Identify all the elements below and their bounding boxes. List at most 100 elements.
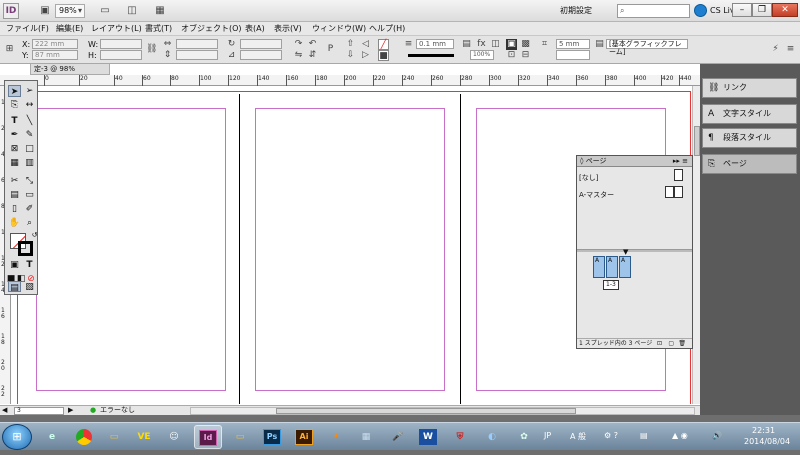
bridge-icon[interactable]: ▣ xyxy=(38,4,52,18)
auto-fit-icon[interactable]: ⌗ xyxy=(539,39,550,50)
x-field[interactable]: 222 mm xyxy=(32,39,78,49)
select-container-icon[interactable]: ⇧ xyxy=(345,39,356,50)
dock-pages[interactable]: ⎘ ページ xyxy=(702,154,797,174)
app-icon-ve[interactable]: VE xyxy=(130,425,158,449)
fit-spacing-field-2[interactable] xyxy=(556,50,590,60)
select-previous-icon[interactable]: ◁ xyxy=(360,39,371,50)
view-options-icon[interactable]: ▭ xyxy=(98,4,112,18)
text-wrap-none-icon[interactable]: ▣ xyxy=(506,39,517,50)
horizontal-grid-tool-icon[interactable]: ▦ xyxy=(8,157,21,169)
dock-character-styles[interactable]: A 文字スタイル xyxy=(702,104,797,124)
horizontal-scrollbar[interactable] xyxy=(190,407,695,415)
menu-file[interactable]: ファイル(F) xyxy=(6,23,49,35)
scissors-tool-icon[interactable]: ✂ xyxy=(8,175,21,187)
vertical-scrollbar[interactable] xyxy=(692,86,700,404)
app-icon-12[interactable]: ◐ xyxy=(478,425,506,449)
master-a[interactable]: A-マスター xyxy=(579,190,614,200)
select-content-icon[interactable]: ⇩ xyxy=(345,50,356,61)
menu-layout[interactable]: レイアウト(L) xyxy=(91,23,142,35)
fill-swatch-icon[interactable]: ╱ xyxy=(378,39,389,50)
constrain-proportions-icon[interactable]: ⛓ xyxy=(146,44,157,55)
menu-help[interactable]: ヘルプ(H) xyxy=(369,23,405,35)
formatting-text-icon[interactable]: T xyxy=(23,259,36,271)
app-icon-9[interactable]: ▦ xyxy=(352,425,380,449)
pages-panel-title[interactable]: ◊ ページ ▸▸ ≡ xyxy=(577,156,692,167)
spread-page-3[interactable]: A xyxy=(619,256,631,278)
free-transform-tool-icon[interactable]: ⤡ xyxy=(23,175,36,187)
dock-links[interactable]: ⛓ リンク xyxy=(702,78,797,98)
fit-spacing-field[interactable]: 5 mm xyxy=(556,39,590,49)
menu-object[interactable]: オブジェクト(O) xyxy=(181,23,242,35)
rotate-90-ccw-icon[interactable]: ↶ xyxy=(307,39,318,50)
preview-view-icon[interactable]: ▧ xyxy=(23,281,36,292)
spread-page-2[interactable]: A xyxy=(606,256,618,278)
master-a-left-thumbnail[interactable] xyxy=(665,186,674,198)
photoshop-icon[interactable]: Ps xyxy=(258,425,286,449)
first-page-icon[interactable]: ◀ xyxy=(2,406,7,415)
selection-tool-icon[interactable]: ➤ xyxy=(8,85,21,97)
drop-shadow-icon[interactable]: ▤ xyxy=(461,39,472,50)
lightning-icon[interactable]: ⚡ xyxy=(770,44,781,55)
scale-y-field[interactable] xyxy=(176,50,218,60)
formatting-container-icon[interactable]: ▣ xyxy=(8,259,21,271)
horizontal-scroll-thumb[interactable] xyxy=(276,408,576,414)
ie-icon[interactable]: e xyxy=(38,425,66,449)
menu-type[interactable]: 書式(T) xyxy=(145,23,172,35)
tray-ime[interactable]: A 般 xyxy=(570,431,586,442)
rectangle-tool-icon[interactable]: □ xyxy=(23,143,36,155)
app-icon-8[interactable]: ✦ xyxy=(322,425,350,449)
cs-live-icon[interactable] xyxy=(694,4,707,17)
tray-network-icon[interactable]: ▲ ◉ xyxy=(672,431,688,440)
panel-menu-icon[interactable]: ≡ xyxy=(785,44,796,55)
preflight-status-text[interactable]: エラーなし xyxy=(100,406,135,415)
edit-page-size-icon[interactable]: ⊡ xyxy=(657,339,662,349)
illustrator-icon[interactable]: Ai xyxy=(290,425,318,449)
rotate-90-cw-icon[interactable]: ↷ xyxy=(293,39,304,50)
reference-point-icon[interactable]: ⊞ xyxy=(4,44,15,55)
menu-view[interactable]: 表示(V) xyxy=(274,23,302,35)
screen-mode-icon[interactable]: ◫ xyxy=(125,4,139,18)
w-field[interactable] xyxy=(100,39,142,49)
tray-ime-icons[interactable]: ⚙ ? xyxy=(604,431,618,440)
shear-field[interactable] xyxy=(240,50,282,60)
opacity-field[interactable]: 100% xyxy=(470,50,494,60)
chrome-icon[interactable] xyxy=(70,425,98,449)
flip-vertical-icon[interactable]: ⇵ xyxy=(307,50,318,61)
effects-icon[interactable]: fx xyxy=(476,39,487,50)
direct-selection-tool-icon[interactable]: ➢ xyxy=(23,85,36,97)
tray-language[interactable]: JP xyxy=(544,431,551,440)
app-icon-13[interactable]: ✿ xyxy=(510,425,538,449)
start-button[interactable]: ⊞ xyxy=(2,424,32,450)
master-none-thumbnail[interactable] xyxy=(674,169,683,181)
stroke-swatch-icon[interactable]: ■ xyxy=(378,50,389,61)
close-button[interactable]: ✕ xyxy=(772,3,798,17)
object-style-dropdown[interactable]: [基本グラフィックフレーム] xyxy=(606,39,688,56)
text-wrap-bbox-icon[interactable]: ▩ xyxy=(520,39,531,50)
help-search-input[interactable]: ⌕ xyxy=(617,4,690,18)
stroke-color-swatch[interactable] xyxy=(18,241,33,256)
menu-edit[interactable]: 編集(E) xyxy=(56,23,83,35)
panel-menu-icon[interactable]: ▸▸ ≡ xyxy=(673,156,688,166)
zoom-dropdown[interactable]: 98% xyxy=(55,4,85,18)
scale-x-field[interactable] xyxy=(176,39,218,49)
eyedropper-tool-icon[interactable]: ✐ xyxy=(23,203,36,215)
hand-tool-icon[interactable]: ✋ xyxy=(8,217,21,229)
arrange-documents-icon[interactable]: ▦ xyxy=(153,4,167,18)
pages-panel-divider[interactable] xyxy=(577,249,692,252)
page-tool-icon[interactable]: ⎘ xyxy=(8,99,21,111)
explorer-folder-icon[interactable]: ▭ xyxy=(100,425,128,449)
note-tool-icon[interactable]: ▯ xyxy=(8,203,21,215)
rotate-field[interactable] xyxy=(240,39,282,49)
pen-tool-icon[interactable]: ✒ xyxy=(8,129,21,141)
minimize-button[interactable]: – xyxy=(732,3,752,17)
zoom-tool-icon[interactable]: ⌕ xyxy=(23,217,36,229)
workspace-switcher[interactable]: 初期設定 xyxy=(560,4,612,18)
delete-page-icon[interactable]: 🗑 xyxy=(678,339,686,349)
pencil-tool-icon[interactable]: ✎ xyxy=(23,129,36,141)
y-field[interactable]: 87 mm xyxy=(32,50,78,60)
microphone-icon[interactable]: 🎤 xyxy=(384,425,412,449)
tray-volume-icon[interactable]: 🔊 xyxy=(712,431,722,440)
gradient-feather-tool-icon[interactable]: ▭ xyxy=(23,189,36,201)
clock-date[interactable]: 2014/08/04 xyxy=(744,437,790,446)
menu-table[interactable]: 表(A) xyxy=(245,23,265,35)
